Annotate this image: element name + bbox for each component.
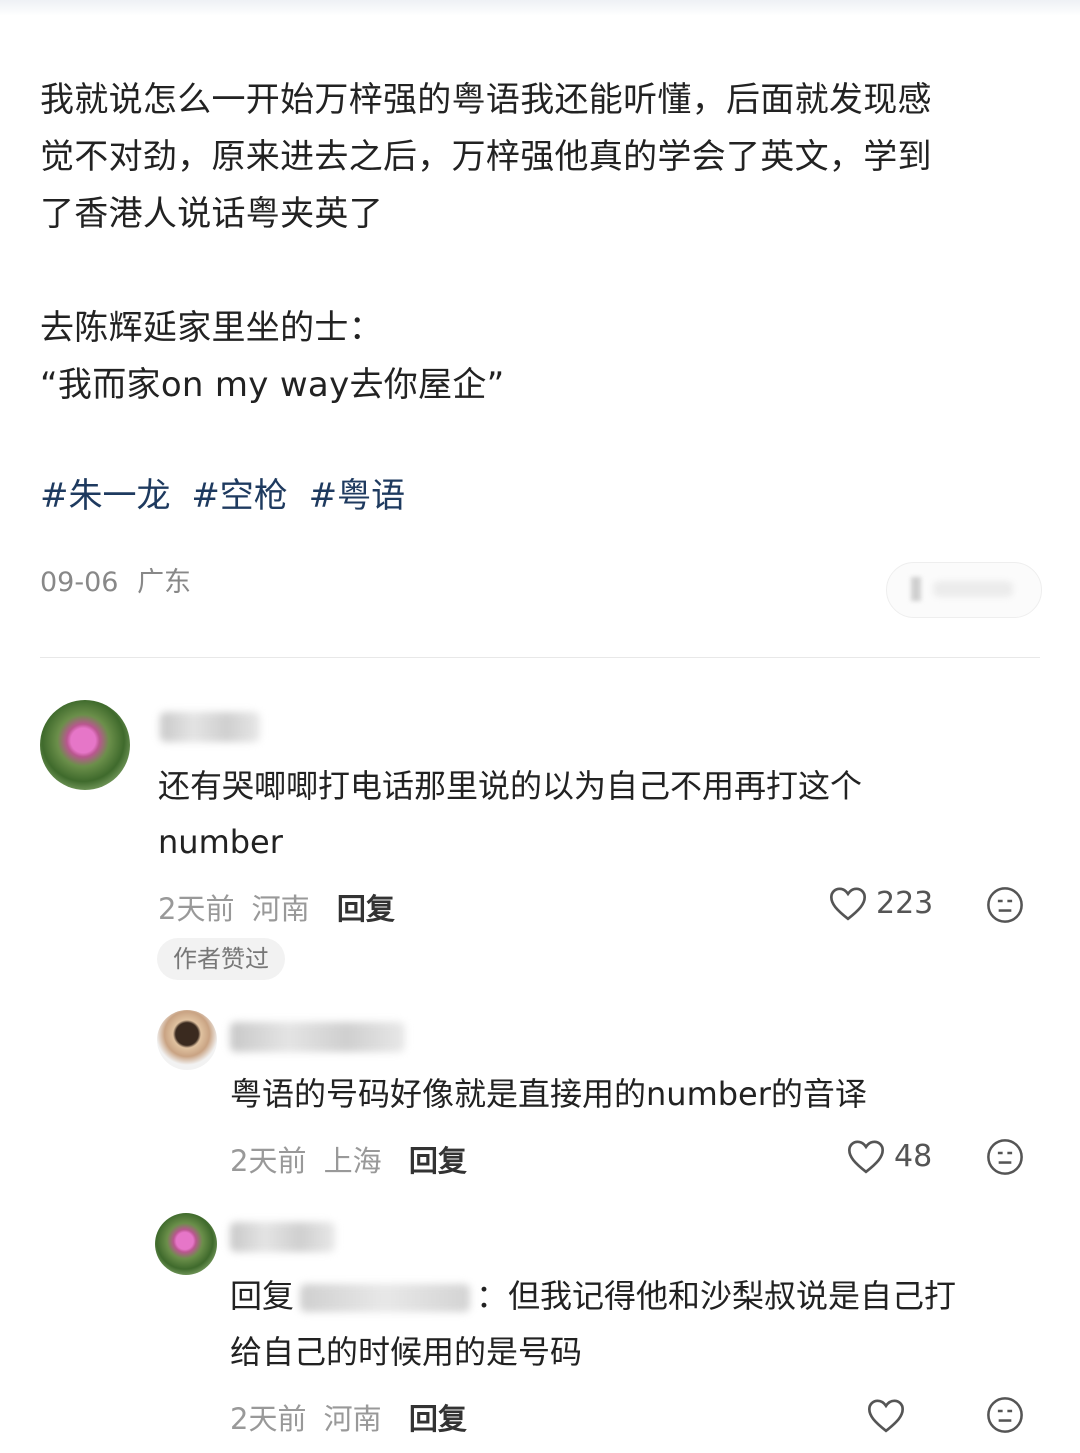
author-liked-badge: 作者赞过	[157, 938, 285, 980]
comment-line: number	[158, 823, 283, 861]
comment-text: 回复 ：但我记得他和沙梨叔说是自己打 给自己的时候用的是号码	[230, 1268, 1030, 1380]
comment-line: 给自己的时候用的是号码	[230, 1333, 583, 1371]
comment-location: 河南	[323, 1402, 382, 1436]
username-blurred[interactable]	[160, 712, 260, 742]
post-line: 了香港人说话粤夹英了	[40, 194, 383, 234]
post-action-button[interactable]	[886, 562, 1042, 618]
avatar[interactable]	[157, 1010, 217, 1070]
reply-prefix: 回复	[230, 1277, 295, 1315]
comment-text: 还有哭唧唧打电话那里说的以为自己不用再打这个 number	[158, 758, 1018, 870]
post-location: 广东	[137, 567, 192, 598]
hashtag[interactable]: #粤语	[309, 476, 406, 516]
post-date: 09-06	[40, 567, 119, 598]
hashtag[interactable]: #朱一龙	[40, 476, 171, 516]
avatar[interactable]	[155, 1213, 217, 1275]
comment-location: 河南	[251, 892, 310, 926]
top-shade	[0, 0, 1080, 16]
hashtag-list: #朱一龙 #空枪 #粤语	[40, 468, 415, 517]
mentioned-user-blurred[interactable]	[300, 1284, 471, 1312]
avatar[interactable]	[40, 700, 130, 790]
heart-icon	[847, 1140, 885, 1174]
post-body: 我就说怎么一开始万梓强的粤语我还能听懂，后面就发现感 觉不对劲，原来进去之后，万…	[40, 72, 1040, 414]
comment-meta: 2天前 河南 回复	[230, 1396, 467, 1438]
post-line: 去陈辉延家里坐的士：	[40, 308, 383, 348]
comment-line: 回复 ：但我记得他和沙梨叔说是自己打	[230, 1268, 1030, 1324]
divider	[40, 657, 1040, 658]
hashtag[interactable]: #空枪	[191, 476, 288, 516]
post-line: 觉不对劲，原来进去之后，万梓强他真的学会了英文，学到	[40, 137, 932, 177]
comment-location: 上海	[323, 1144, 382, 1178]
like-button[interactable]: 48	[846, 1137, 932, 1175]
post-meta: 09-06 广东	[40, 560, 191, 599]
like-count: 48	[894, 1138, 933, 1174]
reply-button[interactable]: 回复	[409, 1144, 467, 1178]
username-blurred[interactable]	[230, 1222, 335, 1252]
comment-meta: 2天前 上海 回复	[230, 1138, 467, 1180]
like-count: 223	[876, 885, 934, 921]
username-blurred[interactable]	[230, 1022, 405, 1052]
like-button[interactable]: 223	[828, 884, 933, 922]
reply-button[interactable]: 回复	[409, 1402, 467, 1436]
comment-meta: 2天前 河南 回复	[158, 886, 395, 928]
emoji-reaction-icon[interactable]	[986, 1138, 1024, 1180]
heart-icon	[867, 1399, 905, 1433]
post-line: 我就说怎么一开始万梓强的粤语我还能听懂，后面就发现感	[40, 80, 932, 120]
heart-icon	[829, 887, 867, 921]
comment-time: 2天前	[158, 892, 235, 926]
emoji-reaction-icon[interactable]	[986, 886, 1024, 928]
reply-button[interactable]: 回复	[337, 892, 395, 926]
comment-time: 2天前	[230, 1402, 307, 1436]
comment-time: 2天前	[230, 1144, 307, 1178]
comment-text: 粤语的号码好像就是直接用的number的音译	[230, 1075, 867, 1113]
like-button[interactable]	[866, 1396, 914, 1434]
post-line: “我而家on my way去你屋企”	[40, 365, 505, 405]
comment-line: 还有哭唧唧打电话那里说的以为自己不用再打这个	[158, 767, 863, 805]
comment-line-text: ：但我记得他和沙梨叔说是自己打	[476, 1277, 957, 1315]
emoji-reaction-icon[interactable]	[986, 1396, 1024, 1438]
